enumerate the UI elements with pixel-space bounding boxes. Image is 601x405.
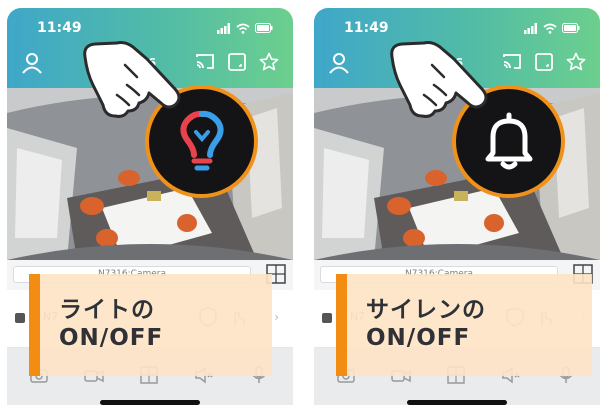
caption-accent-bar xyxy=(29,274,40,376)
chevron-right-icon[interactable]: › xyxy=(274,310,279,324)
layout-icon[interactable] xyxy=(227,52,247,72)
signal-icon xyxy=(217,22,230,34)
phone-screen-siren: 11:49 /16 xyxy=(314,8,600,405)
caption-title: ライトの xyxy=(59,297,155,323)
pointing-hand-icon xyxy=(83,41,181,118)
wifi-icon xyxy=(236,23,250,34)
caption-subtitle: ON/OFF xyxy=(366,325,471,351)
tutorial-composite: 11:49 /16 xyxy=(0,0,601,405)
camera-small-icon xyxy=(15,313,25,323)
battery-icon xyxy=(255,23,273,33)
status-time: 11:49 xyxy=(37,20,82,36)
status-icons xyxy=(217,21,273,35)
nav-actions xyxy=(502,52,586,72)
cast-icon[interactable] xyxy=(502,52,522,72)
user-icon[interactable] xyxy=(328,52,350,74)
cast-icon[interactable] xyxy=(195,52,215,72)
signal-icon xyxy=(524,22,537,34)
caption-subtitle: ON/OFF xyxy=(59,325,164,351)
layout-icon[interactable] xyxy=(534,52,554,72)
caption-box: ライトの ON/OFF xyxy=(29,274,272,376)
caption-box: サイレンの ON/OFF xyxy=(336,274,592,376)
home-indicator xyxy=(407,400,507,405)
user-icon[interactable] xyxy=(21,52,43,74)
caption-title: サイレンの xyxy=(366,297,486,323)
star-icon[interactable] xyxy=(566,52,586,72)
battery-icon xyxy=(562,23,580,33)
wifi-icon xyxy=(543,23,557,34)
status-icons xyxy=(524,21,580,35)
home-indicator xyxy=(100,400,200,405)
status-time: 11:49 xyxy=(344,20,389,36)
phone-screen-light: 11:49 /16 xyxy=(7,8,293,405)
camera-small-icon xyxy=(322,313,332,323)
nav-actions xyxy=(195,52,279,72)
pointing-hand-icon xyxy=(390,41,488,118)
caption-accent-bar xyxy=(336,274,347,376)
star-icon[interactable] xyxy=(259,52,279,72)
